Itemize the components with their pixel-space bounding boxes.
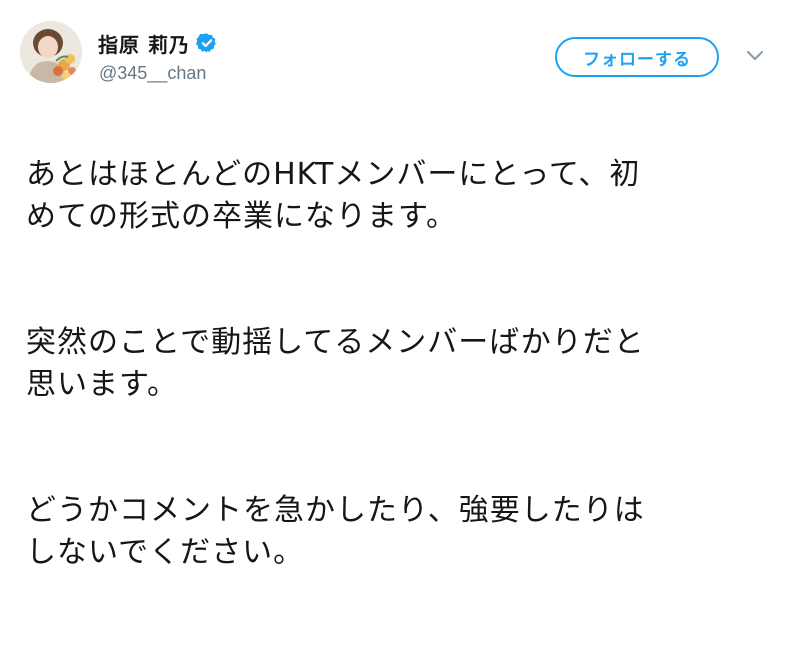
chevron-down-icon: [747, 51, 763, 60]
verified-badge-icon: [195, 32, 218, 54]
tweet-text: あとはほとんどのHKTメンバーにとって、初 めての形式の卒業になります。 突然の…: [26, 112, 778, 658]
profile-photo-avatar: [20, 21, 82, 83]
user-handle[interactable]: @345__chan: [99, 63, 206, 84]
tweet-paragraph: どうかコメントを急かしたり、強要したりは しないでください。: [26, 493, 645, 570]
tweet-card: 指原 莉乃 @345__chan フォローする あとはほとんどのHKTメンバーに…: [0, 0, 792, 570]
avatar[interactable]: [20, 21, 82, 83]
display-name[interactable]: 指原 莉乃: [98, 29, 190, 58]
follow-button[interactable]: フォローする: [555, 37, 719, 77]
more-options-button[interactable]: [744, 48, 766, 64]
follow-button-label: フォローする: [583, 49, 691, 70]
tweet-paragraph: あとはほとんどのHKTメンバーにとって、初 めての形式の卒業になります。: [26, 157, 641, 234]
user-name-row[interactable]: 指原 莉乃: [98, 29, 218, 58]
tweet-paragraph: 突然のことで動揺してるメンバーばかりだと 思います。: [26, 325, 645, 402]
